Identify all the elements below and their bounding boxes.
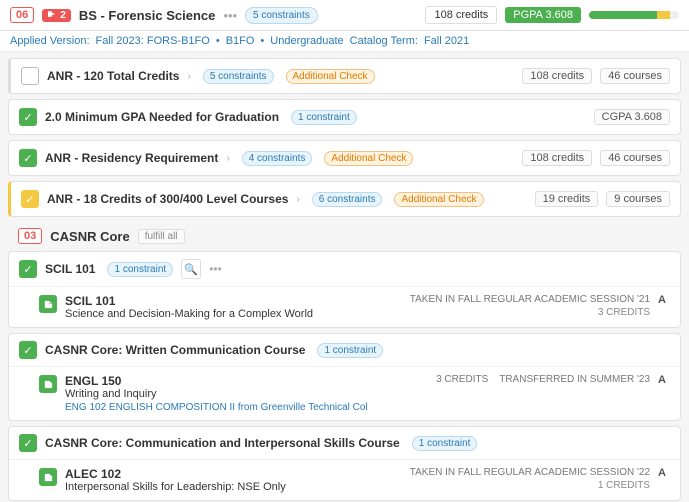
written-comm-subsection: ✓ CASNR Core: Written Communication Cour…	[8, 333, 681, 421]
gpa-badge: PGPA 3.608	[505, 7, 581, 23]
progress-green	[589, 11, 657, 19]
interpersonal-subsection: ✓ CASNR Core: Communication and Interper…	[8, 426, 681, 501]
interpersonal-title: CASNR Core: Communication and Interperso…	[45, 436, 400, 450]
constraints-6[interactable]: 6 constraints	[312, 192, 383, 207]
stat-res-courses: 46 courses	[600, 150, 670, 166]
session-alec: TAKEN IN FALL REGULAR ACADEMIC SESSION '…	[410, 467, 650, 478]
interpersonal-constraints[interactable]: 1 constraint	[412, 436, 478, 451]
grade-scil: A	[658, 294, 666, 306]
top-bar: 06 2 BS - Forensic Science ••• 5 constra…	[0, 0, 689, 31]
session-scil: TAKEN IN FALL REGULAR ACADEMIC SESSION '…	[410, 294, 650, 305]
scil101-header: ✓ SCIL 101 1 constraint 🔍 •••	[9, 252, 680, 287]
section-num: 03	[18, 228, 42, 244]
main-content: ANR - 120 Total Credits › 5 constraints …	[0, 52, 689, 502]
sub-bar: Applied Version: Fall 2023: FORS-B1FO • …	[0, 31, 689, 52]
stat-res-credits: 108 credits	[522, 150, 592, 166]
stat-cgpa: CGPA 3.608	[594, 109, 670, 125]
scil101-course-row: SCIL 101 Science and Decision-Making for…	[9, 287, 680, 327]
anr-credits-title: ANR - 18 Credits of 300/400 Level Course…	[47, 192, 288, 206]
applied-version: Fall 2023: FORS-B1FO	[96, 35, 210, 47]
constraints-5[interactable]: 5 constraints	[203, 69, 274, 84]
course-code-scil: SCIL 101	[65, 294, 313, 308]
course-icon-engl	[39, 375, 57, 393]
interpersonal-header: ✓ CASNR Core: Communication and Interper…	[9, 427, 680, 460]
check-green-res: ✓	[19, 149, 37, 167]
engl150-course-row: ENGL 150 Writing and Inquiry ENG 102 ENG…	[9, 367, 680, 420]
grade-engl: A	[658, 374, 666, 386]
progress-yellow	[657, 11, 671, 19]
b1fo-link: B1FO	[226, 35, 255, 47]
course-code-alec: ALEC 102	[65, 467, 286, 481]
catalog-term: Fall 2021	[424, 35, 469, 47]
course-desc-engl: Writing and Inquiry	[65, 388, 368, 400]
additional-check-cred[interactable]: Additional Check	[394, 192, 483, 207]
credits-scil: 3 CREDITS	[410, 307, 650, 318]
constraints-badge[interactable]: 5 constraints	[245, 7, 318, 24]
dots-menu[interactable]: •••	[223, 8, 237, 23]
anr-gpa-title: 2.0 Minimum GPA Needed for Graduation	[45, 110, 279, 124]
scil101-subsection: ✓ SCIL 101 1 constraint 🔍 ••• SCIL 101 S…	[8, 251, 681, 328]
arrow-icon-cred: ›	[296, 194, 299, 205]
applied-label: Applied Version:	[10, 35, 90, 47]
progress-bar	[589, 11, 679, 19]
undergrad-link: Undergraduate	[270, 35, 343, 47]
stat-108-credits: 108 credits	[522, 68, 592, 84]
credits-alec: 1 CREDITS	[410, 480, 650, 491]
check-green-scil: ✓	[19, 260, 37, 278]
check-green-alec: ✓	[19, 434, 37, 452]
course-desc-scil: Science and Decision-Making for a Comple…	[65, 308, 313, 320]
course-icon-alec	[39, 468, 57, 486]
anr-total-row[interactable]: ANR - 120 Total Credits › 5 constraints …	[8, 58, 681, 94]
stat-46-courses: 46 courses	[600, 68, 670, 84]
anr-credits-row[interactable]: ✓ ANR - 18 Credits of 300/400 Level Cour…	[8, 181, 681, 217]
check-empty	[21, 67, 39, 85]
credits-total: 108 credits	[425, 6, 497, 24]
anr-residency-row[interactable]: ✓ ANR - Residency Requirement › 4 constr…	[8, 140, 681, 176]
check-green-gpa: ✓	[19, 108, 37, 126]
scil101-constraints[interactable]: 1 constraint	[107, 262, 173, 277]
badge-06: 06	[10, 7, 34, 23]
course-desc-alec: Interpersonal Skills for Leadership: NSE…	[65, 481, 286, 493]
stat-19-credits: 19 credits	[535, 191, 599, 207]
anr-gpa-row[interactable]: ✓ 2.0 Minimum GPA Needed for Graduation …	[8, 99, 681, 135]
anr-residency-title: ANR - Residency Requirement	[45, 151, 218, 165]
alec102-course-row: ALEC 102 Interpersonal Skills for Leader…	[9, 460, 680, 500]
constraints-4[interactable]: 4 constraints	[242, 151, 313, 166]
badge-flag: 2	[42, 9, 71, 22]
course-icon-scil	[39, 295, 57, 313]
written-comm-header: ✓ CASNR Core: Written Communication Cour…	[9, 334, 680, 367]
casnr-section-header: 03 CASNR Core fulfill all	[8, 222, 681, 247]
course-right-engl: 3 CREDITS TRANSFERRED IN SUMMER '23 A	[436, 374, 666, 386]
scil101-title: SCIL 101	[45, 262, 95, 276]
additional-check-1[interactable]: Additional Check	[286, 69, 375, 84]
fulfill-badge: fulfill all	[138, 229, 185, 244]
check-warn: ✓	[21, 190, 39, 208]
course-right-alec: TAKEN IN FALL REGULAR ACADEMIC SESSION '…	[410, 467, 666, 491]
course-code-engl: ENGL 150	[65, 374, 368, 388]
course-right-scil: TAKEN IN FALL REGULAR ACADEMIC SESSION '…	[410, 294, 666, 318]
stat-9-courses: 9 courses	[606, 191, 670, 207]
constraints-1[interactable]: 1 constraint	[291, 110, 357, 125]
written-comm-title: CASNR Core: Written Communication Course	[45, 343, 305, 357]
search-icon[interactable]: 🔍	[181, 259, 201, 279]
arrow-icon: ›	[187, 71, 190, 82]
additional-check-res[interactable]: Additional Check	[324, 151, 413, 166]
scil101-dots[interactable]: •••	[209, 262, 222, 276]
degree-title: BS - Forensic Science	[79, 8, 216, 23]
arrow-icon-res: ›	[226, 153, 229, 164]
anr-total-title: ANR - 120 Total Credits	[47, 69, 179, 83]
course-sub-engl: ENG 102 ENGLISH COMPOSITION II from Gree…	[65, 402, 368, 413]
section-name: CASNR Core	[50, 229, 129, 244]
written-comm-constraints[interactable]: 1 constraint	[317, 343, 383, 358]
grade-alec: A	[658, 467, 666, 479]
catalog-label: Catalog Term:	[350, 35, 418, 47]
session-engl: 3 CREDITS TRANSFERRED IN SUMMER '23	[436, 374, 650, 385]
check-green-engl: ✓	[19, 341, 37, 359]
